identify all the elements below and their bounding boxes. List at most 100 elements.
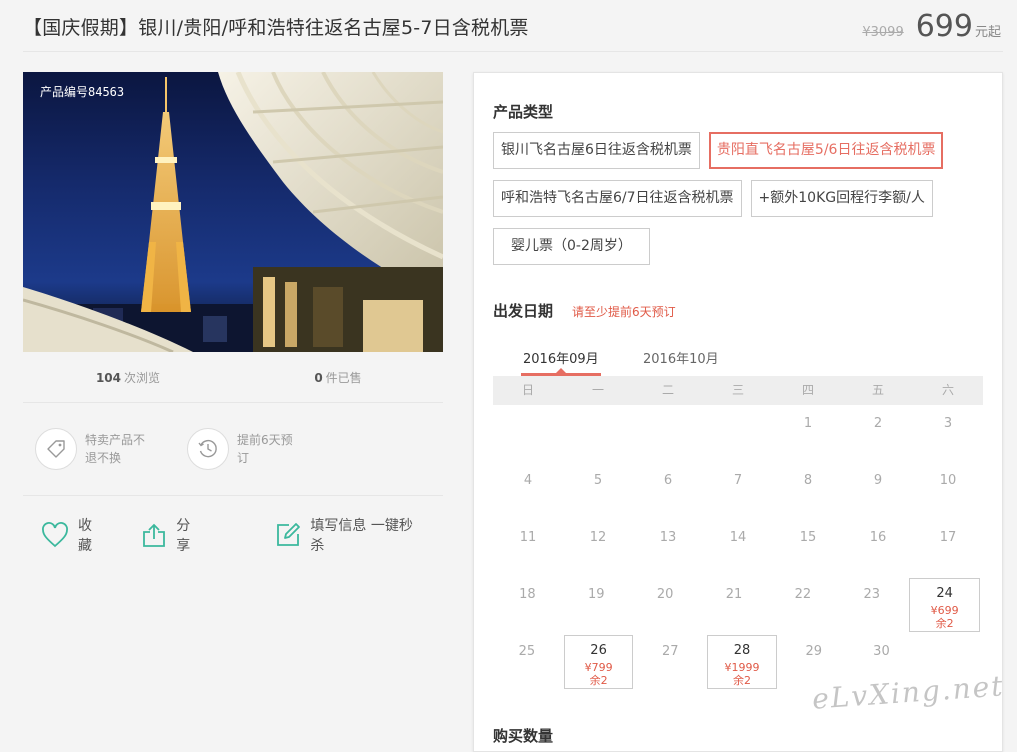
- calendar-day: 19: [562, 580, 631, 637]
- calendar-day-number: 30: [873, 644, 890, 659]
- calendar-day: 15: [773, 523, 843, 580]
- calendar-day-number: 5: [593, 473, 603, 488]
- option-infant-ticket[interactable]: 婴儿票（0-2周岁）: [493, 228, 650, 265]
- calendar-day: 27: [636, 637, 704, 694]
- calendar-day-number: 23: [863, 587, 880, 602]
- calendar-day: 25: [493, 637, 561, 694]
- calendar-day: 23: [837, 580, 906, 637]
- calendar-day: 4: [493, 466, 563, 523]
- heart-icon: [41, 522, 69, 548]
- feature-advance-booking: 提前6天预订: [187, 428, 303, 470]
- fill-info-label: 填写信息 一键秒杀: [310, 518, 413, 554]
- price-block: ¥3099 699 元起: [862, 9, 1001, 44]
- calendar-day-number: 21: [725, 587, 743, 602]
- product-stats: 104 次浏览 0 件已售: [23, 352, 443, 403]
- calendar-day-number: 17: [939, 530, 957, 545]
- calendar-day-empty: [703, 409, 773, 466]
- calendar-day-number: 9: [873, 473, 883, 488]
- weekday-label: 四: [801, 383, 814, 397]
- page-title: 【国庆假期】银川/贵阳/呼和浩特往返名古屋5-7日含税机票: [23, 16, 529, 39]
- calendar-day-empty: [563, 409, 633, 466]
- tab-month-sep[interactable]: 2016年09月: [523, 348, 599, 367]
- calendar-week-row: 1 2 3: [493, 409, 983, 466]
- day-remaining: 余2: [935, 617, 954, 630]
- weekday-label: 一: [591, 383, 604, 397]
- calendar-day: 21: [700, 580, 769, 637]
- calendar-day-number: 16: [869, 530, 887, 545]
- option-guiyang[interactable]: 贵阳直飞名古屋5/6日往返含税机票: [708, 132, 944, 169]
- calendar-day-number: 28: [733, 643, 751, 658]
- calendar-day-number: 8: [803, 473, 813, 488]
- favorite-label: 收藏: [78, 518, 92, 554]
- calendar-day: 17: [913, 523, 983, 580]
- nagoya-tower-photo: [23, 72, 443, 352]
- calendar-weekday-header: 日 一 二 三 四 五 六: [493, 376, 983, 405]
- calendar-day: 7: [703, 466, 773, 523]
- weekday-label: 二: [661, 383, 674, 397]
- calendar-day-number: 22: [794, 587, 812, 602]
- calendar-day: 12: [563, 523, 633, 580]
- calendar-day: 16: [843, 523, 913, 580]
- calendar-grid: 1 2 3 4 5 6 7 8 9 10 11 12 13 14 15 16 17 18 19 20 21 22 23 24 ¥…: [493, 409, 983, 694]
- product-photo[interactable]: 产品编号84563: [23, 72, 443, 352]
- calendar-day-number: 12: [589, 530, 607, 545]
- sold-label: 件已售: [325, 370, 362, 385]
- option-extra-luggage[interactable]: +额外10KG回程行李额/人: [750, 180, 933, 217]
- option-hohhot[interactable]: 呼和浩特飞名古屋6/7日往返含税机票: [493, 180, 742, 217]
- share-icon: [141, 522, 167, 548]
- fill-info-button[interactable]: 填写信息 一键秒杀: [275, 515, 425, 555]
- day-price: ¥799: [584, 661, 613, 674]
- calendar-day: 5: [563, 466, 633, 523]
- calendar-day-available[interactable]: 26 ¥799 余2: [563, 635, 634, 689]
- share-button[interactable]: 分享: [141, 515, 203, 555]
- feature-no-refund: 特卖产品不退不换: [35, 428, 151, 470]
- calendar-day-number: 10: [939, 473, 957, 488]
- product-type-options: 银川飞名古屋6日往返含税机票 贵阳直飞名古屋5/6日往返含税机票呼和浩特飞名古屋6…: [493, 132, 993, 276]
- calendar-day-available[interactable]: 28 ¥1999 余2: [707, 635, 777, 689]
- departure-date-title: 出发日期: [493, 302, 554, 320]
- edit-icon: [275, 522, 301, 548]
- calendar-day-number: 7: [733, 473, 743, 488]
- calendar-day: 1: [773, 409, 843, 466]
- page-header: 【国庆假期】银川/贵阳/呼和浩特往返名古屋5-7日含税机票 ¥3099 699 元…: [0, 0, 1017, 52]
- favorite-button[interactable]: 收藏: [41, 515, 105, 555]
- calendar-day-number: 1: [803, 416, 813, 431]
- views-label: 次浏览: [124, 370, 161, 385]
- calendar-day: 20: [631, 580, 700, 637]
- calendar-day-number: 11: [519, 530, 537, 545]
- calendar-day: 18: [493, 580, 562, 637]
- weekday-label: 六: [941, 383, 954, 397]
- calendar-day-available[interactable]: 24 ¥699 余2: [909, 578, 981, 632]
- calendar-day: 22: [768, 580, 837, 637]
- calendar-day-empty: [493, 409, 563, 466]
- calendar-day-empty: [633, 409, 703, 466]
- calendar-day: 6: [633, 466, 703, 523]
- product-gallery-column: 产品编号84563 104 次浏览 0 件已售 特卖产品不退不换 提前6天预订 …: [23, 72, 443, 574]
- day-price: ¥699: [930, 604, 959, 617]
- day-remaining: 余2: [589, 674, 608, 687]
- tag-icon: [35, 428, 77, 470]
- calendar-day-number: 29: [805, 644, 822, 659]
- calendar-day: 14: [703, 523, 773, 580]
- feature-text: 提前6天预订: [237, 433, 293, 465]
- original-price: ¥3099: [862, 24, 904, 40]
- calendar-day-number: 14: [729, 530, 747, 545]
- calendar-day-number: 19: [588, 587, 605, 602]
- calendar-day: 2: [843, 409, 913, 466]
- calendar-day-number: 24: [936, 586, 953, 601]
- option-yinchuan[interactable]: 银川飞名古屋6日往返含税机票: [493, 132, 700, 169]
- calendar-day: 8: [773, 466, 843, 523]
- product-type-title: 产品类型: [493, 103, 554, 121]
- views-count: 104: [95, 370, 122, 385]
- product-id: 产品编号84563: [40, 85, 125, 99]
- clock-icon: [187, 428, 229, 470]
- tab-month-oct[interactable]: 2016年10月: [643, 348, 719, 367]
- calendar-day-number: 15: [799, 530, 817, 545]
- calendar-day-number: 26: [590, 643, 607, 658]
- sold-stat: 0 件已售: [233, 369, 443, 386]
- price-unit: 元起: [974, 24, 1001, 40]
- calendar-week-row: 18 19 20 21 22 23 24 ¥699 余2: [493, 578, 983, 637]
- calendar-day-number: 18: [519, 587, 536, 602]
- departure-hint: 请至少提前6天预订: [572, 305, 676, 319]
- calendar-day-number: 2: [873, 416, 883, 431]
